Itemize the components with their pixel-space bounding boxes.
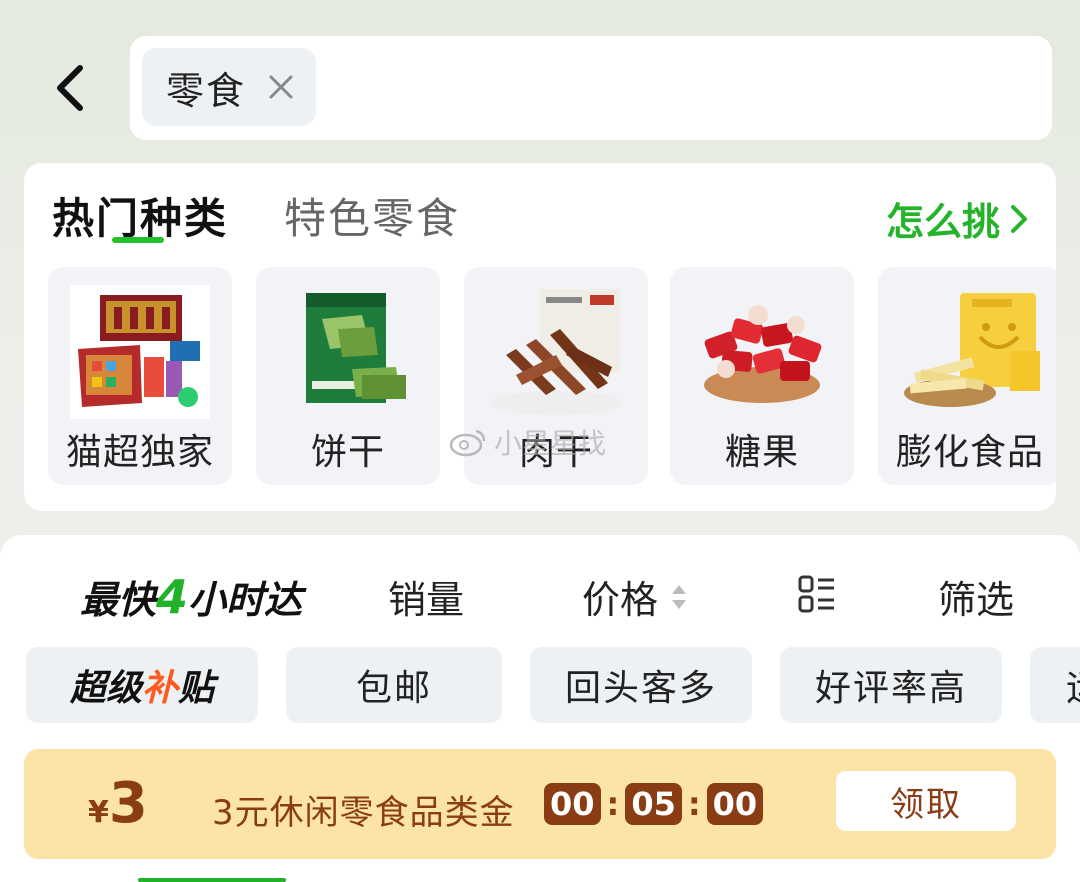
coupon-value: 3: [108, 771, 148, 836]
category-item-puffed-food[interactable]: 膨化食品: [878, 267, 1056, 485]
claim-button[interactable]: 领取: [836, 771, 1016, 831]
coupon-banner: ¥3 3元休闲零食品类金 00 : 05 : 00 领取: [24, 749, 1056, 859]
fast-suffix: 小时达: [188, 578, 303, 622]
category-item-exclusive[interactable]: 猫超独家: [48, 267, 232, 485]
search-box[interactable]: 零食: [130, 36, 1052, 140]
search-tag-label: 零食: [166, 68, 247, 113]
watermark-text: 小星星找: [494, 427, 607, 460]
gift-box-image: [70, 285, 210, 419]
chip-high-rating[interactable]: 好评率高: [780, 647, 1002, 723]
timer-hours: 00: [544, 783, 601, 825]
category-item-candy[interactable]: 糖果: [670, 267, 854, 485]
jerky-image: [490, 289, 622, 415]
watermark: 小星星找: [448, 422, 606, 462]
candy-image: [704, 305, 822, 403]
fast-prefix: 最快: [80, 578, 157, 622]
active-tab-indicator: [112, 237, 164, 243]
category-label: 饼干: [310, 432, 385, 473]
countdown-timer: 00 : 05 : 00: [544, 783, 764, 825]
puffed-food-image: [904, 293, 1040, 407]
super-subsidy-c: 贴: [178, 668, 215, 709]
product-list-panel: 最快4小时达 销量 价格 筛选 超级补贴 包邮 回头客多 好评率高 运 ¥3 3…: [0, 535, 1080, 882]
sales-sort[interactable]: 销量: [388, 569, 464, 624]
chip-super-subsidy[interactable]: 超级补贴: [26, 647, 258, 723]
price-sort-label: 价格: [582, 578, 659, 622]
fastest-delivery-sort[interactable]: 最快4小时达: [80, 569, 302, 624]
category-item-biscuits[interactable]: 饼干: [256, 267, 440, 485]
biscuit-package-image: [306, 293, 406, 403]
how-to-pick-link[interactable]: 怎么挑: [886, 191, 1030, 246]
chip-free-shipping[interactable]: 包邮: [286, 647, 502, 723]
chip-more[interactable]: 运: [1030, 647, 1080, 723]
weibo-logo-icon: [449, 429, 486, 457]
coupon-amount: ¥3: [88, 771, 148, 836]
timer-minutes: 05: [625, 783, 682, 825]
sort-arrows-icon: [672, 584, 687, 609]
timer-seconds: 00: [706, 783, 764, 825]
fast-hours: 4: [156, 570, 189, 624]
search-tag: 零食: [142, 48, 316, 126]
super-subsidy-a: 超级: [69, 668, 142, 709]
how-to-pick-label: 怎么挑: [885, 200, 1000, 244]
chip-repeat-customers[interactable]: 回头客多: [530, 647, 752, 723]
currency-symbol: ¥: [88, 795, 109, 830]
list-layout-icon[interactable]: [798, 575, 838, 613]
category-label: 膨化食品: [895, 432, 1044, 473]
filter-button[interactable]: 筛选: [938, 569, 1014, 624]
back-button[interactable]: [48, 58, 96, 118]
timer-separator: :: [606, 785, 620, 823]
super-subsidy-b: 补: [141, 668, 178, 709]
bottom-accent-bar: [138, 878, 286, 882]
price-sort[interactable]: 价格: [582, 569, 690, 624]
close-icon[interactable]: [266, 72, 296, 102]
tab-special-snacks[interactable]: 特色零食: [284, 185, 460, 246]
coupon-description: 3元休闲零食品类金: [212, 793, 515, 833]
chevron-right-icon: [1011, 204, 1027, 233]
category-label: 糖果: [724, 432, 799, 473]
chevron-left-icon: [57, 65, 83, 111]
timer-separator: :: [687, 785, 701, 823]
category-label: 猫超独家: [65, 432, 214, 473]
